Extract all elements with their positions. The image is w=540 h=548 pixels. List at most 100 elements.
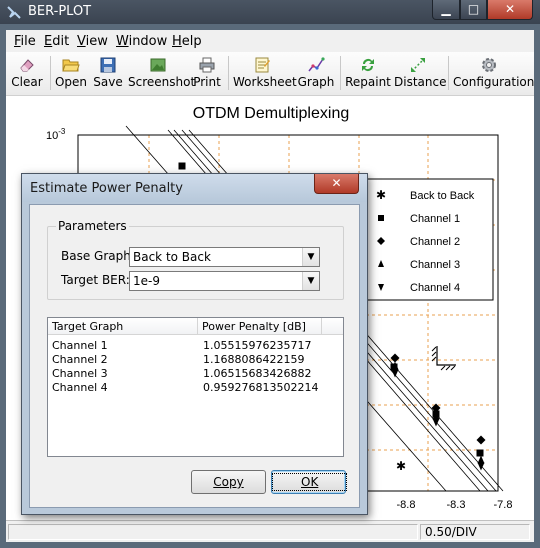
clear-button[interactable]: Clear [9, 54, 45, 94]
menu-file[interactable]: File [14, 34, 36, 49]
power-penalty-dialog: Estimate Power Penalty ✕ Parameters Base… [21, 173, 368, 515]
legend-entry: Back to Back [410, 190, 475, 202]
worksheet-icon [255, 57, 270, 73]
menu-window[interactable]: Window [116, 34, 167, 49]
folder-open-icon [62, 59, 80, 72]
base-graph-select[interactable]: Back to Back ▼ [129, 247, 320, 267]
dialog-title-bar[interactable]: Estimate Power Penalty ✕ [22, 174, 367, 202]
column-power-penalty[interactable]: Power Penalty [dB] [198, 318, 322, 335]
toolbar-separator [448, 56, 449, 90]
floppy-save-icon [100, 57, 116, 73]
worksheet-button[interactable]: Worksheet [233, 54, 297, 94]
x-tick-label: -8.8 [397, 499, 416, 511]
x-tick-label: -8.3 [447, 499, 466, 511]
screenshot-button[interactable]: Screenshot [128, 54, 196, 94]
column-target-graph[interactable]: Target Graph [48, 318, 198, 335]
repaint-icon [362, 58, 374, 71]
y-axis-top-label: 10-3 [46, 127, 66, 142]
status-scale: 0.50/DIV [425, 525, 477, 539]
menu-file-rest: ile [20, 34, 36, 49]
row-graph: Channel 1 [52, 339, 108, 352]
minimize-icon: ▁ [441, 2, 451, 16]
save-label: Save [93, 75, 123, 89]
toolbar-separator [340, 56, 341, 90]
row-penalty: 1.1688086422159 [203, 353, 305, 366]
graph-button[interactable]: Graph [297, 54, 335, 94]
dialog-close-button[interactable]: ✕ [314, 174, 359, 194]
diamond-marker [390, 353, 400, 363]
gear-icon [482, 58, 496, 72]
list-item[interactable]: Channel 3 1.06515683426882 [48, 367, 343, 381]
picture-icon [150, 58, 166, 72]
repaint-label: Repaint [345, 75, 391, 89]
close-icon: ✕ [504, 2, 516, 16]
menu-view-rest: iew [85, 34, 108, 49]
y-axis-top-exponent: -3 [58, 127, 66, 136]
slope-indicator [431, 346, 456, 371]
distance-label: Distance [394, 75, 447, 89]
eraser-icon [20, 59, 34, 72]
distance-icon [411, 58, 425, 72]
chart-legend[interactable]: ✱ Back to Back Channel 1 Channel 2 Channel 3… [361, 178, 494, 301]
triangle-up-marker [477, 455, 485, 464]
target-ber-select[interactable]: 1e-9 ▼ [129, 271, 320, 291]
copy-button[interactable]: Copy [191, 470, 266, 494]
list-item[interactable]: Channel 1 1.05515976235717 [48, 339, 343, 353]
legend-entry: Channel 3 [410, 259, 460, 271]
parameters-group: Parameters Base Graph: Back to Back ▼ Ta… [47, 219, 344, 300]
ok-button[interactable]: OK [271, 470, 348, 494]
distance-button[interactable]: Distance [394, 54, 447, 94]
open-label: Open [54, 75, 88, 89]
row-penalty: 0.959276813502214 [203, 381, 319, 394]
configuration-label: Configuration [453, 75, 535, 89]
square-marker [476, 449, 484, 457]
menu-help[interactable]: Help [172, 34, 202, 49]
row-graph: Channel 2 [52, 353, 108, 366]
ok-label: OK [301, 475, 319, 489]
worksheet-label: Worksheet [233, 75, 297, 89]
star-marker: ✱ [376, 188, 386, 202]
status-bar: 0.50/DIV [6, 520, 534, 542]
menu-window-key: W [116, 34, 129, 49]
base-graph-label: Base Graph: [61, 249, 135, 263]
clear-label: Clear [11, 75, 43, 89]
chart-title: OTDM Demultiplexing [193, 105, 349, 122]
list-item[interactable]: Channel 4 0.959276813502214 [48, 381, 343, 395]
square-marker [178, 162, 186, 170]
configuration-button[interactable]: Configuration [453, 54, 535, 94]
triangle-down-marker [477, 462, 485, 471]
toolbar-separator [228, 56, 229, 90]
target-ber-label: Target BER: [61, 273, 130, 287]
status-cell-main [8, 524, 418, 540]
chevron-down-icon: ▼ [302, 248, 319, 266]
open-button[interactable]: Open [54, 54, 88, 94]
dialog-title: Estimate Power Penalty [30, 181, 183, 196]
menu-edit[interactable]: Edit [44, 34, 69, 49]
menu-help-rest: elp [181, 34, 202, 49]
legend-entry: Channel 2 [410, 236, 460, 248]
repaint-button[interactable]: Repaint [345, 54, 391, 94]
y-axis-top-base: 10 [46, 130, 58, 142]
parameters-label: Parameters [56, 219, 129, 233]
toolbar: Clear Open Save Screenshot Print Workshe… [6, 52, 534, 96]
close-button[interactable]: ✕ [487, 0, 533, 20]
minimize-button[interactable]: ▁ [432, 0, 460, 20]
screenshot-label: Screenshot [128, 75, 196, 89]
base-graph-value: Back to Back [133, 250, 211, 264]
list-item[interactable]: Channel 2 1.1688086422159 [48, 353, 343, 367]
graph-icon [308, 57, 325, 72]
star-marker: ✱ [396, 459, 406, 473]
print-label: Print [193, 75, 221, 89]
title-bar[interactable]: BER-PLOT ▁ □ ✕ [0, 0, 540, 24]
maximize-button[interactable]: □ [460, 0, 487, 20]
print-button[interactable]: Print [192, 54, 222, 94]
x-tick-label: -7.8 [494, 499, 513, 511]
row-graph: Channel 3 [52, 367, 108, 380]
row-penalty: 1.05515976235717 [203, 339, 312, 352]
menu-edit-rest: dit [52, 34, 70, 49]
save-button[interactable]: Save [91, 54, 125, 94]
toolbar-separator [50, 56, 51, 90]
menu-view[interactable]: View [77, 34, 108, 49]
menu-window-rest: indow [128, 34, 168, 49]
penalty-list[interactable]: Target Graph Power Penalty [dB] Channel … [47, 317, 344, 457]
